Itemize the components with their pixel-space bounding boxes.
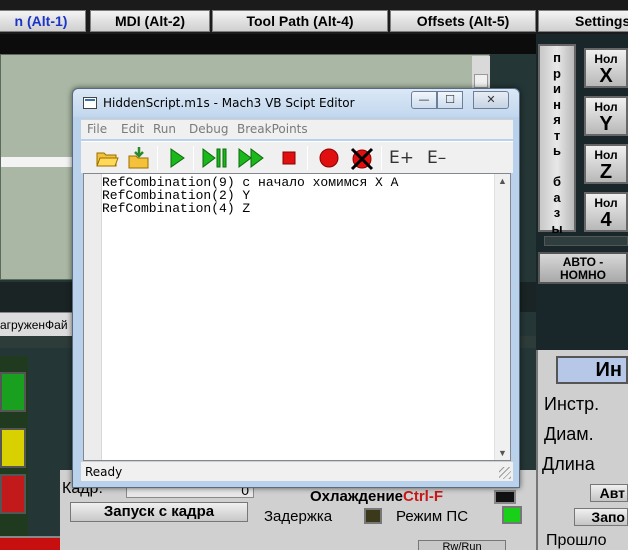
- coolant-text: Охлаждение: [310, 488, 404, 505]
- axis-4: 4: [600, 209, 612, 231]
- auto-tool-button[interactable]: Авт: [590, 484, 628, 502]
- code-line: RefCombination(4) Z: [102, 201, 251, 216]
- code-area[interactable]: RefCombination(9) с начало хомимся X A Re…: [102, 176, 398, 215]
- axis-z: Z: [599, 161, 613, 183]
- zero-label: Нол: [594, 52, 618, 66]
- window-title: HiddenScript.m1s - Mach3 VB Scipt Editor: [103, 96, 355, 110]
- clear-breakpoints-icon[interactable]: [349, 146, 374, 171]
- accept-bases-letter: ь: [553, 143, 561, 158]
- code-editor[interactable]: RefCombination(9) с начало хомимся X A Re…: [83, 173, 511, 461]
- cycle-start-button[interactable]: [0, 372, 26, 412]
- zero-y-button[interactable]: Нол Y: [584, 96, 628, 136]
- status-text: Ready: [85, 465, 123, 479]
- zero-label: Нол: [594, 100, 618, 114]
- maximize-button[interactable]: ☐: [437, 91, 463, 109]
- ps-mode-label: Режим ПС: [396, 508, 469, 525]
- vb-script-editor-window: HiddenScript.m1s - Mach3 VB Scipt Editor…: [72, 88, 520, 488]
- editor-vertical-scrollbar[interactable]: ▲ ▼: [494, 174, 510, 460]
- toolbar-separator: [157, 146, 158, 170]
- accept-bases-letter: [540, 159, 574, 175]
- top-strip: [0, 34, 536, 54]
- window-titlebar[interactable]: HiddenScript.m1s - Mach3 VB Scipt Editor…: [73, 89, 519, 117]
- accept-bases-letter: ы: [551, 220, 563, 236]
- step-pause-icon[interactable]: [201, 146, 227, 170]
- toolbar-separator: [307, 146, 308, 170]
- remember-button[interactable]: Запо: [574, 508, 628, 526]
- menu-breakpoints[interactable]: BreakPoints: [237, 122, 308, 136]
- open-folder-icon[interactable]: [95, 146, 119, 170]
- accept-bases-letter: р: [553, 65, 561, 81]
- toolpath-line: [1, 157, 73, 167]
- tab-offsets[interactable]: Offsets (Alt-5): [390, 10, 536, 32]
- zero-label: Нол: [594, 148, 618, 162]
- axis-y: Y: [599, 113, 613, 135]
- tool-length-label: Длина: [542, 454, 595, 474]
- editor-toolbar: E+ E–: [81, 141, 513, 173]
- accept-bases-letter: н: [553, 96, 561, 112]
- stop-icon[interactable]: [277, 146, 301, 170]
- app-icon: [83, 97, 97, 109]
- tab-settings[interactable]: Settings: [538, 10, 628, 32]
- accept-bases-letter: п: [553, 50, 561, 65]
- accept-bases-letter: б: [552, 174, 562, 189]
- zero-x-button[interactable]: Нол X: [584, 48, 628, 88]
- scroll-up-arrow[interactable]: [474, 74, 488, 88]
- axis-x: X: [599, 65, 613, 87]
- coolant-led: [494, 490, 516, 504]
- menu-file[interactable]: File: [87, 122, 107, 136]
- accept-bases-button[interactable]: принять базы: [538, 44, 576, 236]
- auto-line-2: НОМНО: [560, 268, 606, 282]
- accept-bases-letter: з: [553, 205, 561, 220]
- close-button[interactable]: ✕: [473, 91, 509, 109]
- expression-remove-button[interactable]: E–: [427, 148, 446, 168]
- breakpoint-icon[interactable]: [317, 146, 341, 170]
- accept-bases-letter: а: [553, 189, 561, 205]
- tool-diameter-label: Диам.: [544, 424, 594, 444]
- feed-hold-button[interactable]: [0, 428, 26, 468]
- auto-zero-button[interactable]: АВТО - НОМНО: [538, 252, 628, 284]
- menu-debug[interactable]: Debug: [189, 122, 228, 136]
- resize-grip-icon[interactable]: [499, 467, 511, 479]
- tab-mdi[interactable]: MDI (Alt-2): [90, 10, 210, 32]
- save-icon[interactable]: [127, 146, 151, 170]
- elapsed-label: Прошло: [546, 532, 607, 549]
- run-icon[interactable]: [165, 146, 189, 170]
- accept-bases-letter: т: [553, 127, 561, 143]
- editor-gutter: [84, 174, 102, 460]
- delay-label: Задержка: [264, 508, 333, 525]
- menu-edit[interactable]: Edit: [121, 122, 144, 136]
- zero-z-button[interactable]: Нол Z: [584, 144, 628, 184]
- scroll-down-icon[interactable]: ▼: [498, 448, 507, 458]
- menu-run[interactable]: Run: [153, 122, 176, 136]
- accept-bases-letter: и: [553, 81, 561, 96]
- run-from-line-button[interactable]: Запуск с кадра: [70, 502, 248, 522]
- menu-bar: File Edit Run Debug BreakPoints: [81, 119, 513, 139]
- main-tab-bar: n (Alt-1) MDI (Alt-2) Tool Path (Alt-4) …: [0, 0, 628, 34]
- zero-4-button[interactable]: Нол 4: [584, 192, 628, 232]
- stop-button[interactable]: [0, 474, 26, 514]
- tab-program-run[interactable]: n (Alt-1): [0, 10, 86, 32]
- expression-add-button[interactable]: E+: [389, 148, 414, 168]
- tool-info-header: Ин: [556, 356, 628, 384]
- rewind-run-button[interactable]: Rw/Run: [418, 540, 506, 550]
- editor-status-bar: Ready: [81, 461, 513, 481]
- fast-forward-icon[interactable]: [237, 146, 264, 170]
- thin-bar: [544, 236, 628, 246]
- minimize-button[interactable]: —: [411, 91, 437, 109]
- tool-number-label: Инстр.: [544, 394, 600, 414]
- toolbar-separator: [381, 146, 382, 170]
- ps-mode-led: [502, 506, 522, 524]
- accept-bases-letter: я: [553, 112, 561, 127]
- delay-led: [364, 508, 382, 524]
- zero-label: Нол: [594, 196, 618, 210]
- scroll-up-icon[interactable]: ▲: [498, 176, 507, 186]
- coolant-shortcut: Ctrl-F: [403, 488, 444, 505]
- toolbar-separator: [193, 146, 194, 170]
- coolant-label: ОхлаждениеCtrl-F: [310, 488, 443, 505]
- tab-tool-path[interactable]: Tool Path (Alt-4): [212, 10, 388, 32]
